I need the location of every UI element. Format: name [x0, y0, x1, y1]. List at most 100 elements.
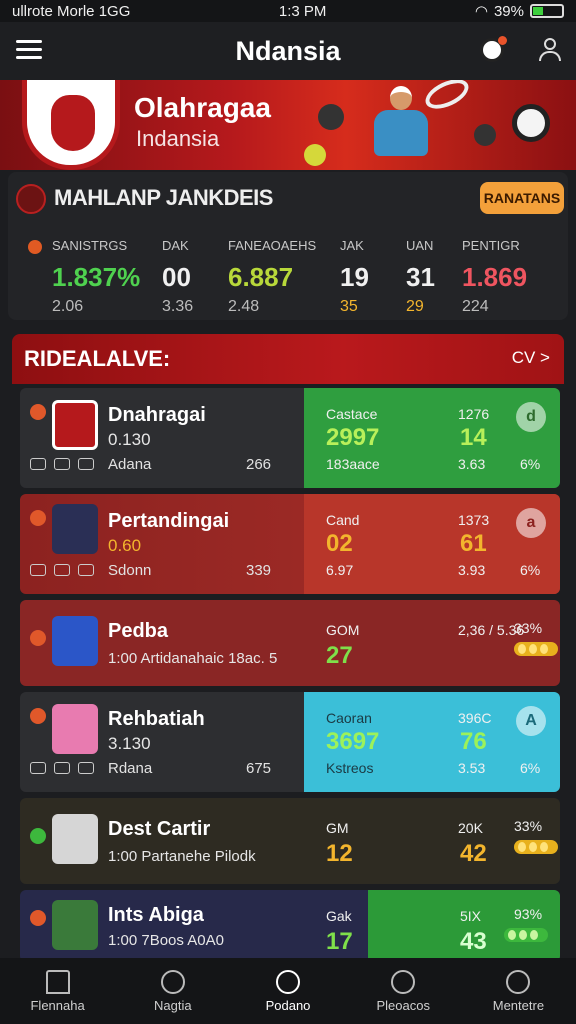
card-right-percent: 93%	[514, 906, 543, 922]
soccer-ball-icon[interactable]	[480, 36, 507, 62]
card-title: Ints Abiga	[108, 904, 204, 926]
card-subtitle: 0.60	[108, 536, 142, 555]
nav-label: Flennaha	[30, 998, 85, 1013]
stat-label: JAK	[340, 238, 364, 253]
status-dot-icon	[30, 910, 46, 926]
card-subtitle: 3.130	[108, 734, 151, 753]
stat-sub: 35	[340, 298, 358, 315]
stats-logo-icon	[16, 184, 46, 214]
soccer-ball-icon	[391, 970, 416, 994]
nav-label: Mentetre	[492, 998, 545, 1013]
card-right-label: Caoran	[326, 710, 372, 726]
match-card[interactable]: Pedba 1:00 Artidanahaic 18ac. 5 GOM 27 2…	[20, 600, 560, 686]
card-footer: Sdonn	[108, 562, 152, 579]
coins-indicator	[514, 642, 558, 656]
golfer-avatar	[52, 704, 98, 754]
banner-title: Olahragaa	[134, 92, 271, 123]
team-crest-icon	[52, 400, 98, 450]
match-card[interactable]: Dest Cartir 1:00 Partanehe Pilodk GM 12 …	[20, 798, 560, 884]
status-dot-icon	[30, 510, 46, 526]
card-title: Rehbatiah	[108, 708, 205, 730]
dark-ball-icon-2	[474, 124, 496, 146]
coins-indicator	[514, 840, 558, 854]
menu-icon[interactable]	[16, 40, 42, 60]
stat-dot-icon	[28, 240, 42, 254]
card-right-value: 27	[326, 642, 353, 669]
card-right-label: Gak	[326, 908, 352, 924]
card-right-label: GM	[326, 820, 349, 836]
card-mini-icons	[30, 762, 94, 774]
stat-item: UAN 31 29	[406, 238, 435, 316]
nav-item-center[interactable]: Podano	[230, 958, 345, 1024]
card-right-foot-2: 3.93	[458, 562, 486, 578]
stat-item: FANEAOAEHS 6.887 2.48	[228, 238, 316, 316]
card-right-value-2: 43	[460, 928, 487, 955]
stat-label: PENTIGR	[462, 238, 520, 253]
nav-label: Pleoacos	[376, 998, 430, 1013]
card-title: Dest Cartir	[108, 818, 211, 840]
user-icon	[506, 970, 531, 994]
card-right-value: 3697	[326, 728, 380, 755]
card-right-label: Castace	[326, 406, 378, 422]
stat-label: DAK	[162, 238, 189, 253]
status-right: ◠ 39%	[475, 2, 564, 20]
rankings-button[interactable]: RANATANS	[480, 182, 564, 214]
battery-label: 39%	[493, 2, 524, 20]
stat-sub: 3.36	[162, 298, 194, 315]
stat-value: 00	[162, 262, 191, 292]
card-right-value-2: 14	[460, 424, 487, 451]
card-right-value: 12	[326, 840, 353, 867]
card-badge[interactable]: a	[516, 508, 546, 538]
card-footer: Adana	[108, 456, 152, 473]
card-right-percent: 33%	[514, 818, 543, 834]
ball-icon	[160, 970, 185, 994]
card-number: 339	[246, 562, 272, 579]
card-subtitle: 1:00 Partanehe Pilodk	[108, 848, 256, 865]
stat-label: FANEAOAEHS	[228, 238, 317, 253]
card-right-foot-2: 5IX	[460, 908, 482, 924]
user-icon[interactable]	[538, 38, 562, 62]
card-badge[interactable]: A	[516, 706, 546, 736]
stat-item: DAK 00 3.36	[162, 238, 193, 316]
status-dot-icon	[30, 404, 46, 420]
app-bar: Ndansia	[0, 22, 576, 80]
stat-label: SANISTRGS	[52, 238, 128, 253]
status-dot-icon	[30, 630, 46, 646]
match-card[interactable]: Pertandingai 0.60 Sdonn 339 Cand 02 61 1…	[20, 494, 560, 594]
jersey-icon	[52, 616, 98, 666]
stat-item: PENTIGR 1.869 224	[462, 238, 527, 316]
card-subtitle: 1:00 Artidanahaic 18ac. 5	[108, 650, 278, 667]
nav-item-soccer[interactable]: Pleoacos	[346, 958, 461, 1024]
match-card[interactable]: Rehbatiah 3.130 Rdana 675 Caoran 3697 76…	[20, 692, 560, 792]
stat-value: 31	[406, 262, 435, 292]
status-dot-icon	[30, 708, 46, 724]
club-crest-icon	[22, 80, 120, 170]
card-badge[interactable]: d	[516, 402, 546, 432]
card-right-percent: 6%	[520, 562, 541, 578]
app-title: Ndansia	[235, 35, 341, 66]
card-right-percent: 6%	[520, 456, 541, 472]
stat-label: UAN	[406, 238, 434, 253]
status-bar: ullrote Morle 1GG 1:3 PM ◠ 39%	[0, 0, 576, 22]
see-all-link[interactable]: CV >	[512, 348, 550, 368]
coins-indicator	[504, 928, 548, 942]
card-right-count: 1276	[458, 406, 490, 422]
card-title: Pertandingai	[108, 510, 230, 532]
home-icon	[45, 970, 70, 994]
wifi-icon: ◠	[474, 3, 488, 20]
nav-item-profile[interactable]: Mentetre	[461, 958, 576, 1024]
card-footer: Rdana	[108, 760, 153, 777]
card-right-value-2: 76	[460, 728, 487, 755]
battery-icon	[530, 4, 564, 18]
soccer-ball-image	[512, 104, 550, 142]
nav-label: Nagtia	[154, 998, 192, 1013]
nav-item-ball[interactable]: Nagtia	[115, 958, 230, 1024]
match-card[interactable]: Dnahragai 0.130 Adana 266 Castace 2997 1…	[20, 388, 560, 488]
nav-item-home[interactable]: Flennaha	[0, 958, 115, 1024]
card-title: Pedba	[108, 620, 169, 642]
card-number: 266	[246, 456, 272, 473]
match-card[interactable]: Ints Abiga 1:00 7Boos A0A0 Gak 17 43 5IX…	[20, 890, 560, 962]
card-right-value: 17	[326, 928, 353, 955]
stat-value: 1.837%	[52, 262, 141, 292]
card-right-foot: 6.97	[326, 562, 354, 578]
